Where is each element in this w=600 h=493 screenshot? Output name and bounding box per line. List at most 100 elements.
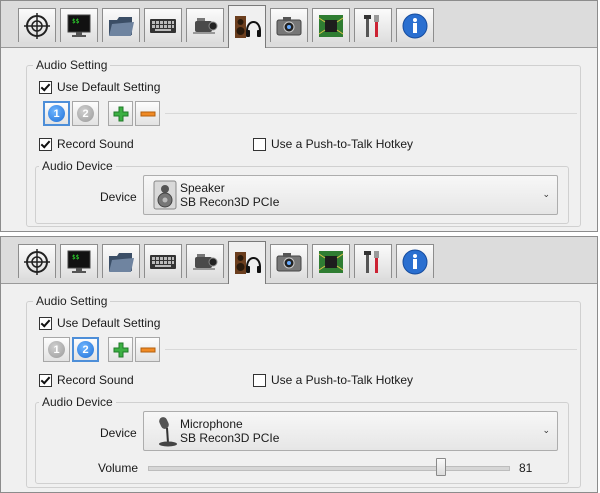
use-default-checkbox[interactable]: Use Default Setting <box>39 316 160 330</box>
camera-icon <box>276 252 302 271</box>
separator-line <box>165 349 577 350</box>
settings-panel-microphone: $$ Audio Setting Use Default Setting 1 2… <box>0 236 598 493</box>
push-to-talk-checkbox[interactable]: Use a Push-to-Talk Hotkey <box>253 137 413 151</box>
audio-device-group: Audio Device Device Speaker SB Recon3D P… <box>35 159 569 224</box>
crosshair-icon <box>24 248 50 275</box>
push-to-talk-label: Use a Push-to-Talk Hotkey <box>271 373 414 387</box>
tab-monitor[interactable]: $$ <box>60 244 98 278</box>
info-icon <box>402 249 428 274</box>
tab-crosshair[interactable] <box>18 8 56 42</box>
keyboard-icon <box>150 254 176 269</box>
volume-label: Volume <box>98 461 139 475</box>
record-sound-check-box[interactable] <box>39 373 52 387</box>
audio-setting-group: Audio Setting Use Default Setting 1 2 Re… <box>26 58 581 227</box>
device-label: Device <box>100 190 137 204</box>
tab-folder[interactable] <box>102 244 140 278</box>
tab-chip[interactable] <box>312 8 350 42</box>
speaker-headphones-icon <box>235 252 261 274</box>
tab-audio[interactable] <box>228 241 266 284</box>
volume-slider-track[interactable] <box>148 466 510 471</box>
remove-device-button[interactable] <box>135 101 160 126</box>
separator-line <box>165 113 577 114</box>
tab-camcorder[interactable] <box>186 8 224 42</box>
record-sound-label: Record Sound <box>57 373 134 387</box>
push-to-talk-checkbox[interactable]: Use a Push-to-Talk Hotkey <box>253 373 413 387</box>
svg-text:$$: $$ <box>72 18 80 25</box>
tools-icon <box>364 14 379 37</box>
tab-info[interactable] <box>396 8 434 42</box>
device-name: Microphone <box>180 417 243 431</box>
audio-content: Audio Setting Use Default Setting 1 2 Re… <box>1 48 597 231</box>
audio-device-group: Audio Device Device Microphone SB Recon3… <box>35 395 569 484</box>
tab-crosshair[interactable] <box>18 244 56 278</box>
chip-board-icon <box>318 250 344 273</box>
device-name: Speaker <box>180 181 225 195</box>
tab-bar: $$ <box>1 237 597 284</box>
microphone-icon <box>159 417 177 447</box>
audio-content: Audio Setting Use Default Setting 1 2 Re… <box>1 284 597 492</box>
tab-bar: $$ <box>1 1 597 48</box>
camcorder-icon <box>193 17 218 34</box>
tab-camera[interactable] <box>270 8 308 42</box>
device-1-button[interactable]: 1 <box>43 337 70 362</box>
minus-icon <box>140 347 155 352</box>
tab-keyboard[interactable] <box>144 8 182 42</box>
push-to-talk-check-box[interactable] <box>253 373 266 387</box>
device-label: Device <box>100 426 137 440</box>
svg-text:$$: $$ <box>72 254 80 261</box>
folder-icon <box>109 252 134 272</box>
tab-keyboard[interactable] <box>144 244 182 278</box>
record-sound-checkbox[interactable]: Record Sound <box>39 137 134 151</box>
record-sound-label: Record Sound <box>57 137 134 151</box>
device-2-label: 2 <box>77 105 94 122</box>
use-default-label: Use Default Setting <box>57 80 161 94</box>
tab-monitor[interactable]: $$ <box>60 8 98 42</box>
use-default-checkbox[interactable]: Use Default Setting <box>39 80 160 94</box>
volume-slider-thumb[interactable] <box>436 458 447 476</box>
audio-device-title: Audio Device <box>39 159 116 173</box>
volume-value: 81 <box>519 461 533 475</box>
camera-icon <box>276 16 302 35</box>
tab-chip[interactable] <box>312 244 350 278</box>
device-model: SB Recon3D PCIe <box>180 195 280 209</box>
device-dropdown[interactable]: Speaker SB Recon3D PCIe ⌄ <box>143 175 558 215</box>
record-sound-checkbox[interactable]: Record Sound <box>39 373 134 387</box>
audio-setting-title: Audio Setting <box>33 58 111 72</box>
device-2-button[interactable]: 2 <box>72 101 99 126</box>
monitor-icon: $$ <box>67 250 91 273</box>
audio-setting-title: Audio Setting <box>33 294 111 308</box>
device-2-button[interactable]: 2 <box>72 337 99 362</box>
push-to-talk-label: Use a Push-to-Talk Hotkey <box>271 137 414 151</box>
tab-audio[interactable] <box>228 5 266 48</box>
push-to-talk-check-box[interactable] <box>253 137 266 151</box>
audio-setting-group: Audio Setting Use Default Setting 1 2 Re… <box>26 294 581 488</box>
device-1-label: 1 <box>48 341 65 358</box>
use-default-check-box[interactable] <box>39 316 52 330</box>
camcorder-icon <box>193 253 218 270</box>
monitor-icon: $$ <box>67 14 91 37</box>
tab-info[interactable] <box>396 244 434 278</box>
folder-icon <box>109 16 134 36</box>
device-1-button[interactable]: 1 <box>43 101 70 126</box>
tab-tools[interactable] <box>354 244 392 278</box>
settings-panel-speaker: $$ Audio Setting Use Default Setting 1 2… <box>0 0 598 232</box>
tools-icon <box>364 250 379 273</box>
add-device-button[interactable] <box>108 337 133 362</box>
tab-camera[interactable] <box>270 244 308 278</box>
speaker-icon <box>153 180 177 210</box>
plus-icon <box>113 106 128 121</box>
crosshair-icon <box>24 12 50 39</box>
add-device-button[interactable] <box>108 101 133 126</box>
tab-folder[interactable] <box>102 8 140 42</box>
minus-icon <box>140 111 155 116</box>
keyboard-icon <box>150 18 176 33</box>
tab-camcorder[interactable] <box>186 244 224 278</box>
info-icon <box>402 13 428 38</box>
audio-device-title: Audio Device <box>39 395 116 409</box>
tab-tools[interactable] <box>354 8 392 42</box>
record-sound-check-box[interactable] <box>39 137 52 151</box>
device-dropdown[interactable]: Microphone SB Recon3D PCIe ⌄ <box>143 411 558 451</box>
remove-device-button[interactable] <box>135 337 160 362</box>
use-default-check-box[interactable] <box>39 80 52 94</box>
device-1-label: 1 <box>48 105 65 122</box>
